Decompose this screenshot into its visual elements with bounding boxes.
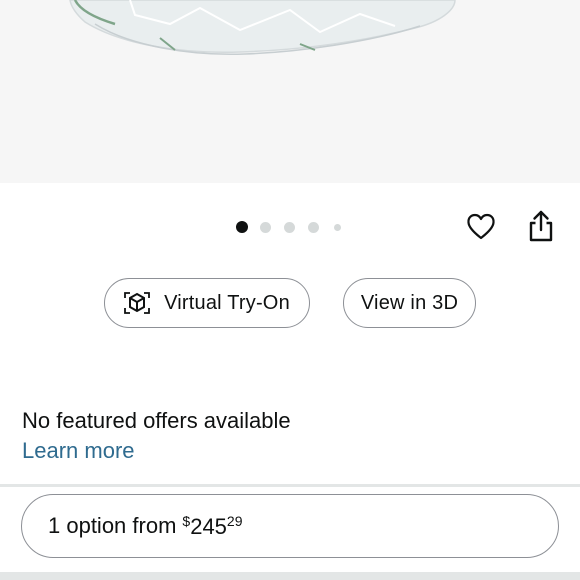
virtual-try-on-label: Virtual Try-On bbox=[164, 291, 290, 314]
price: $24529 bbox=[182, 513, 242, 540]
carousel-dot[interactable] bbox=[308, 222, 319, 233]
price-fraction: 29 bbox=[226, 512, 243, 529]
carousel-dot[interactable] bbox=[334, 224, 341, 231]
options-prefix: 1 option from bbox=[48, 513, 177, 538]
product-image[interactable] bbox=[0, 0, 580, 183]
section-divider bbox=[0, 484, 580, 487]
carousel-dot[interactable] bbox=[260, 222, 271, 233]
view-in-3d-button[interactable]: View in 3D bbox=[343, 278, 476, 328]
bottom-divider bbox=[0, 572, 580, 580]
heart-icon[interactable] bbox=[465, 211, 497, 243]
virtual-try-on-button[interactable]: Virtual Try-On bbox=[104, 278, 310, 328]
carousel-dot-active[interactable] bbox=[236, 221, 248, 233]
carousel-dot[interactable] bbox=[284, 222, 295, 233]
shoe-image bbox=[69, 0, 456, 55]
view-in-3d-label: View in 3D bbox=[360, 291, 459, 314]
no-offers-text: No featured offers available bbox=[22, 408, 291, 433]
price-whole: 245 bbox=[190, 513, 227, 539]
options-button[interactable]: 1 option from $24529 bbox=[21, 494, 559, 558]
cube-icon bbox=[124, 292, 150, 314]
learn-more-link[interactable]: Learn more bbox=[22, 438, 135, 464]
share-icon[interactable] bbox=[526, 209, 556, 243]
